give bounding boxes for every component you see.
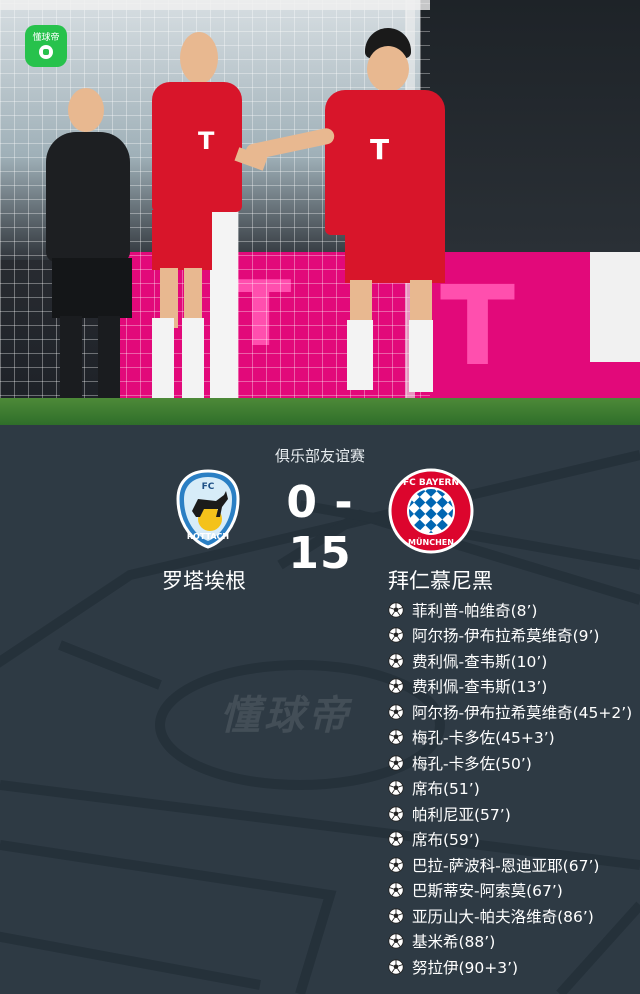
football-icon: [388, 933, 404, 949]
football-icon: [388, 704, 404, 720]
scorer-item: 费利佩-查韦斯(10’): [388, 648, 640, 674]
scorer-text: 费利佩-查韦斯(10’): [412, 652, 548, 671]
scorer-text: 席布(59’): [412, 831, 480, 850]
scorer-text: 巴拉-萨波科-恩迪亚耶(67’): [412, 856, 600, 875]
watermark: 懂球帝: [220, 693, 352, 739]
shirt-sponsor: T: [370, 133, 390, 166]
player-right: T: [244, 28, 455, 413]
scorer-item: 席布(59’): [388, 827, 640, 853]
scorer-text: 阿尔扬-伊布拉希莫维奇(9’): [412, 627, 600, 646]
scorer-item: 亚历山大-帕夫洛维奇(86’): [388, 903, 640, 929]
scorer-text: 梅孔-卡多佐(45+3’): [412, 729, 555, 748]
app-logo-badge: 懂球帝: [25, 25, 67, 67]
football-icon: [388, 857, 404, 873]
goalkeeper: [38, 88, 148, 408]
away-logo-text-bottom: MÜNCHEN: [408, 537, 454, 547]
football-icon: [388, 959, 404, 975]
football-icon: [388, 806, 404, 822]
football-icon: [388, 627, 404, 643]
scorer-text: 阿尔扬-伊布拉希莫维奇(45+2’): [412, 703, 633, 722]
home-logo-text-bottom: ROTTACH: [187, 532, 229, 541]
grass: [0, 398, 640, 425]
football-icon: [388, 653, 404, 669]
scorer-text: 费利佩-查韦斯(13’): [412, 678, 548, 697]
match-photo: T T T T 懂球帝: [0, 0, 640, 425]
scorer-text: 亚历山大-帕夫洛维奇(86’): [412, 907, 594, 926]
football-icon: [388, 729, 404, 745]
score-panel: 懂球帝 俱乐部友谊赛 FC ROTTACH 0 - 15 FC BAYERN M…: [0, 425, 640, 994]
scorer-item: 基米希(88’): [388, 929, 640, 955]
player-left: T: [140, 32, 270, 412]
football-icon: [388, 755, 404, 771]
scorer-text: 席布(51’): [412, 780, 480, 799]
scorer-text: 巴斯蒂安-阿索莫(67’): [412, 882, 563, 901]
scorer-item: 菲利普-帕维奇(8’): [388, 597, 640, 623]
scorer-item: 巴拉-萨波科-恩迪亚耶(67’): [388, 852, 640, 878]
away-team-logo: FC BAYERN MÜNCHEN: [388, 468, 474, 554]
football-icon: [39, 45, 53, 59]
scorer-text: 帕利尼亚(57’): [412, 805, 511, 824]
football-icon: [388, 602, 404, 618]
scorer-text: 梅孔-卡多佐(50’): [412, 754, 532, 773]
board-white-panel: [590, 252, 640, 362]
home-team-name: 罗塔埃根: [162, 569, 246, 593]
scorer-list: 菲利普-帕维奇(8’) 阿尔扬-伊布拉希莫维奇(9’) 费利佩-查韦斯(10’) 费利…: [388, 597, 640, 980]
away-team-name: 拜仁慕尼黑: [388, 569, 493, 593]
scorer-text: 努拉伊(90+3’): [412, 958, 519, 977]
scorer-text: 菲利普-帕维奇(8’): [412, 601, 538, 620]
scorer-text: 基米希(88’): [412, 933, 496, 952]
scorer-item: 帕利尼亚(57’): [388, 801, 640, 827]
home-logo-text-top: FC: [202, 482, 215, 492]
football-icon: [388, 882, 404, 898]
away-logo-text-top: FC BAYERN: [403, 478, 459, 488]
scorer-item: 席布(51’): [388, 776, 640, 802]
scorer-item: 梅孔-卡多佐(45+3’): [388, 725, 640, 751]
shirt-sponsor: T: [198, 127, 215, 155]
app-logo-text: 懂球帝: [32, 33, 60, 43]
scorer-item: 费利佩-查韦斯(13’): [388, 674, 640, 700]
football-icon: [388, 831, 404, 847]
competition-name: 俱乐部友谊赛: [274, 447, 365, 465]
scorer-item: 阿尔扬-伊布拉希莫维奇(9’): [388, 623, 640, 649]
scorer-item: 阿尔扬-伊布拉希莫维奇(45+2’): [388, 699, 640, 725]
home-team-logo: FC ROTTACH: [176, 469, 240, 549]
scorer-item: 梅孔-卡多佐(50’): [388, 750, 640, 776]
scorer-item: 努拉伊(90+3’): [388, 954, 640, 980]
football-icon: [388, 780, 404, 796]
football-icon: [388, 908, 404, 924]
scorer-item: 巴斯蒂安-阿索莫(67’): [388, 878, 640, 904]
match-score: 0 - 15: [286, 477, 354, 579]
football-icon: [388, 678, 404, 694]
crossbar: [0, 0, 430, 10]
